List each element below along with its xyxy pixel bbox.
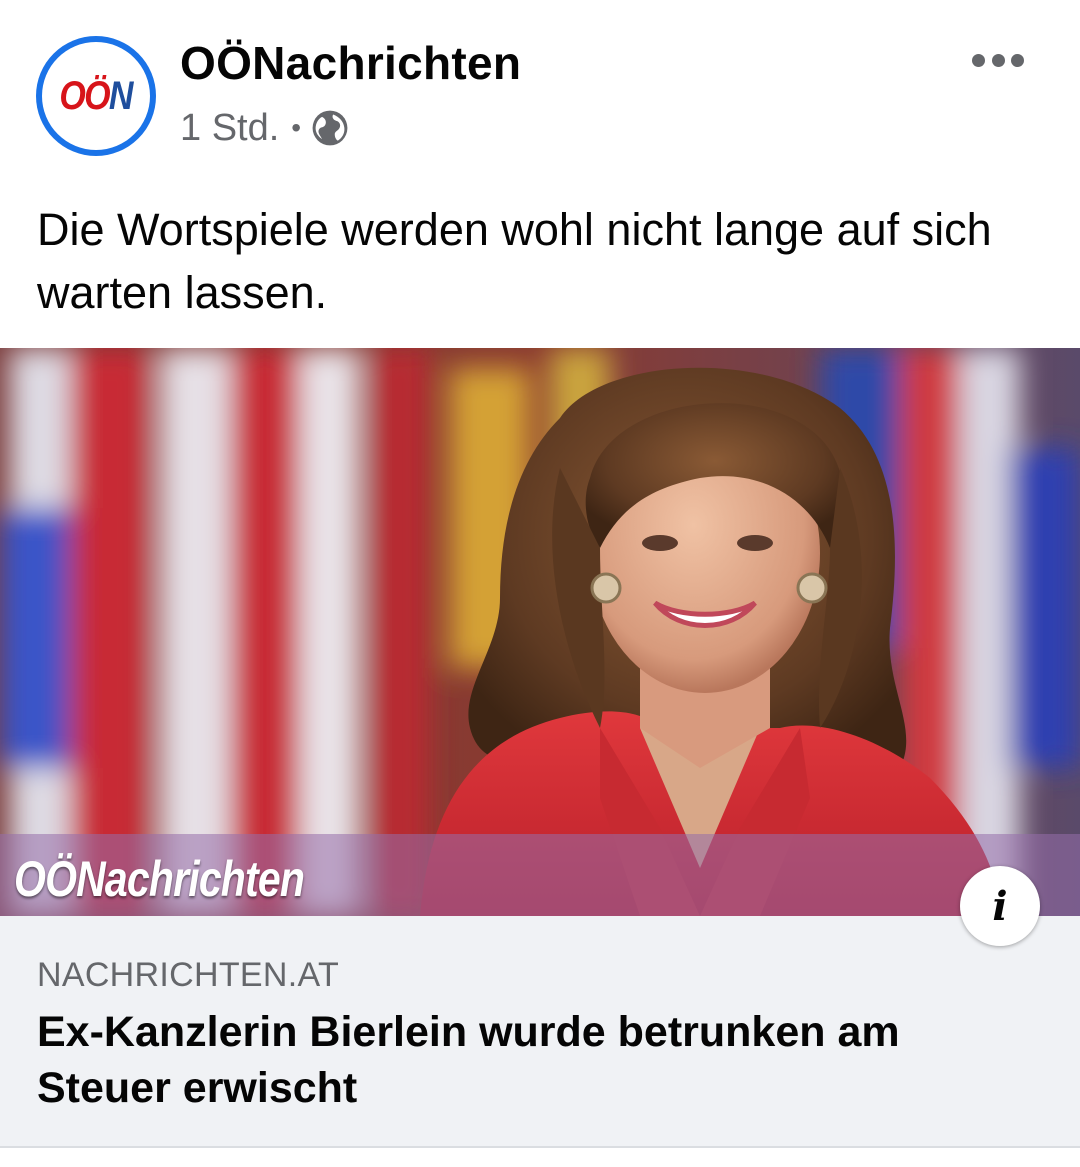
more-dot bbox=[991, 53, 1005, 67]
post-text: Die Wortspiele werden wohl nicht lange a… bbox=[37, 204, 992, 318]
facebook-post: OÖN OÖNachrichten 1 Std. • Die Wortspiel… bbox=[0, 0, 1080, 1167]
link-domain: NACHRICHTEN.AT bbox=[37, 956, 340, 994]
news-photo bbox=[0, 348, 1080, 916]
oon-logo: OÖN bbox=[59, 73, 134, 119]
link-title: Ex-Kanzlerin Bierlein wurde betrunken am… bbox=[37, 1008, 900, 1112]
globe-icon[interactable] bbox=[311, 109, 349, 147]
divider bbox=[0, 1146, 1080, 1148]
meta-separator: • bbox=[291, 112, 302, 143]
post-meta: 1 Std. • bbox=[180, 104, 349, 152]
avatar-logo-container: OÖN bbox=[42, 42, 150, 150]
more-horizontal-icon bbox=[972, 53, 985, 67]
info-icon: i bbox=[992, 882, 1008, 930]
logo-text-blue: N bbox=[109, 73, 134, 118]
post-timestamp[interactable]: 1 Std. bbox=[180, 107, 279, 150]
link-preview-image[interactable]: OÖNachrichten bbox=[0, 348, 1080, 916]
more-dot bbox=[1011, 53, 1024, 67]
page-avatar[interactable]: OÖN bbox=[36, 36, 156, 156]
logo-text-red: OÖ bbox=[59, 73, 111, 118]
link-preview-card[interactable]: NACHRICHTEN.AT Ex-Kanzlerin Bierlein wur… bbox=[0, 916, 1080, 1146]
image-brand-overlay: OÖNachrichten bbox=[14, 851, 305, 907]
more-options-button[interactable] bbox=[972, 46, 1024, 74]
info-button[interactable]: i bbox=[960, 866, 1040, 946]
page-name-link[interactable]: OÖNachrichten bbox=[180, 36, 521, 90]
